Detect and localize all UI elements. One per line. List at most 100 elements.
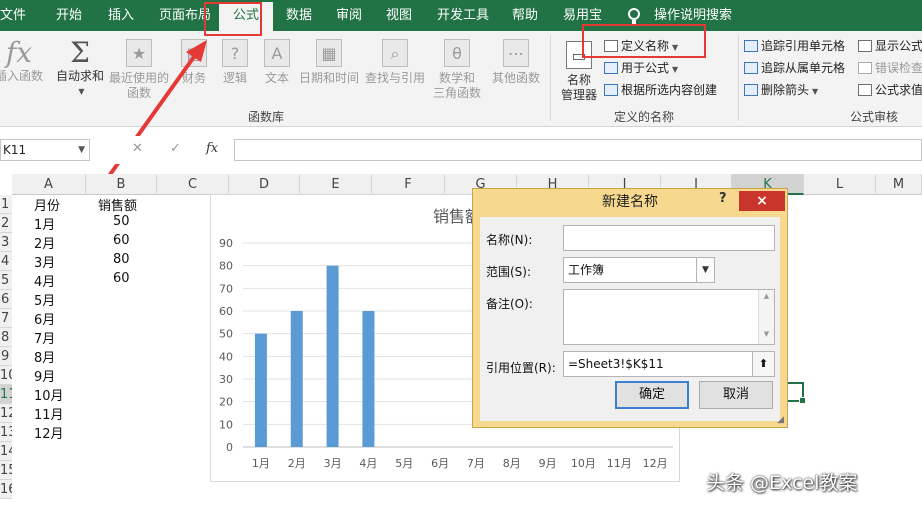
text-button[interactable]: A 文本 [260, 37, 294, 86]
datetime-button[interactable]: ▦ 日期和时间 [298, 37, 360, 86]
column-header-e[interactable]: E [300, 174, 372, 195]
insert-function-button[interactable]: fx 插入函数 [0, 37, 44, 84]
formula-icon [604, 62, 618, 74]
cell-sales[interactable]: 60 [113, 233, 130, 248]
cell-month[interactable]: 9月 [34, 366, 55, 385]
column-header-a[interactable]: A [12, 174, 86, 195]
row-header-14[interactable]: 14 [0, 442, 12, 461]
comment-label: 备注(O): [486, 297, 533, 311]
comment-textarea[interactable]: ▲ ▼ [563, 289, 775, 345]
show-formulas-button[interactable]: 显示公式 [858, 36, 922, 56]
column-header-d[interactable]: D [229, 174, 300, 195]
column-header-c[interactable]: C [157, 174, 229, 195]
reference-input[interactable]: =Sheet3!$K$11 ⬆ [563, 351, 775, 377]
resize-grip-icon[interactable]: ◢ [777, 415, 784, 425]
row-header-13[interactable]: 13 [0, 423, 12, 442]
magnifier-book-icon: ⌕ [382, 39, 408, 67]
use-in-formula-button[interactable]: 用于公式 ▼ [604, 58, 678, 78]
row-header-12[interactable]: 12 [0, 404, 12, 423]
column-header-b[interactable]: B [86, 174, 157, 195]
formula-input[interactable] [234, 139, 922, 161]
tab-help[interactable]: 帮助 [512, 0, 538, 31]
cell-month[interactable]: 12月 [34, 423, 64, 442]
bar-4[interactable] [362, 311, 375, 447]
trace-precedents-button[interactable]: 追踪引用单元格 [744, 36, 845, 56]
evaluate-formula-button[interactable]: 公式求值 [858, 80, 922, 100]
row-header-15[interactable]: 15 [0, 461, 12, 480]
scroll-up-icon[interactable]: ▲ [759, 292, 774, 300]
cell-header-sales[interactable]: 销售额 [98, 195, 137, 214]
y-tick-label: 80 [219, 260, 233, 273]
cancel-button[interactable]: 取消 [699, 381, 773, 409]
cell-month[interactable]: 5月 [34, 290, 55, 309]
financial-button[interactable]: ▤ 财务 [174, 37, 214, 86]
close-button[interactable]: × [739, 191, 785, 211]
cell-month[interactable]: 4月 [34, 271, 55, 290]
cell-month[interactable]: 1月 [34, 214, 55, 233]
tab-developer[interactable]: 开发工具 [437, 0, 489, 31]
cell-sales[interactable]: 60 [113, 271, 130, 286]
x-tick-label: 2月 [288, 457, 306, 470]
fx-icon[interactable]: fx [206, 141, 218, 156]
row-header-7[interactable]: 7 [0, 309, 12, 328]
name-input[interactable] [563, 225, 775, 251]
name-box[interactable]: K11 ▼ [0, 139, 90, 161]
cell-month[interactable]: 7月 [34, 328, 55, 347]
tab-view[interactable]: 视图 [386, 0, 412, 31]
cell-month[interactable]: 2月 [34, 233, 55, 252]
row-header-11[interactable]: 11 [0, 385, 12, 404]
row-header-6[interactable]: 6 [0, 290, 12, 309]
more-functions-button[interactable]: ⋯ 其他函数 [490, 37, 542, 86]
cell-sales[interactable]: 50 [113, 214, 130, 229]
recent-functions-button[interactable]: ★ 最近使用的 函数 [108, 37, 170, 101]
row-header-10[interactable]: 10 [0, 366, 12, 385]
remove-arrows-button[interactable]: 删除箭头 ▼ [744, 80, 818, 100]
autosum-button[interactable]: Σ 自动求和 ▼ [54, 37, 106, 99]
checkmark-icon[interactable]: ✓ [170, 141, 181, 156]
column-header-l[interactable]: L [804, 174, 876, 195]
error-checking-button[interactable]: 错误检查 [858, 58, 922, 78]
column-header-m[interactable]: M [876, 174, 922, 195]
bar-1[interactable] [254, 333, 267, 447]
cell-sales[interactable]: 80 [113, 252, 130, 267]
textarea-scrollbar[interactable]: ▲ ▼ [758, 290, 774, 344]
ok-button[interactable]: 确定 [615, 381, 689, 409]
trace-dependents-button[interactable]: 追踪从属单元格 [744, 58, 845, 78]
scroll-down-icon[interactable]: ▼ [759, 330, 774, 338]
y-tick-label: 0 [226, 441, 233, 454]
row-header-3[interactable]: 3 [0, 233, 12, 252]
cancel-x-icon[interactable]: ✕ [132, 141, 143, 156]
math-trig-button[interactable]: θ 数学和 三角函数 [430, 37, 484, 101]
row-header-4[interactable]: 4 [0, 252, 12, 271]
row-header-1[interactable]: 1 [0, 195, 12, 214]
collapse-dialog-icon[interactable]: ⬆ [752, 352, 774, 376]
lookup-button[interactable]: ⌕ 查找与引用 [364, 37, 426, 86]
help-icon[interactable]: ? [719, 191, 727, 206]
tab-insert[interactable]: 插入 [108, 0, 134, 31]
column-header-f[interactable]: F [372, 174, 445, 195]
row-header-16[interactable]: 16 [0, 480, 12, 499]
chevron-down-icon[interactable]: ▼ [696, 258, 714, 282]
cell-header-month[interactable]: 月份 [34, 195, 60, 214]
row-header-2[interactable]: 2 [0, 214, 12, 233]
tab-file[interactable]: 文件 [0, 0, 26, 31]
row-header-8[interactable]: 8 [0, 328, 12, 347]
cell-month[interactable]: 3月 [34, 252, 55, 271]
x-tick-label: 4月 [359, 457, 377, 470]
tab-home[interactable]: 开始 [56, 0, 82, 31]
cell-month[interactable]: 10月 [34, 385, 64, 404]
tab-data[interactable]: 数据 [286, 0, 312, 31]
tab-review[interactable]: 审阅 [336, 0, 362, 31]
row-header-5[interactable]: 5 [0, 271, 12, 290]
cell-month[interactable]: 6月 [34, 309, 55, 328]
row-header-9[interactable]: 9 [0, 347, 12, 366]
create-from-selection-button[interactable]: 根据所选内容创建 [604, 80, 717, 100]
group-label-defined-names: 定义的名称 [614, 110, 675, 124]
scope-select[interactable]: 工作簿 ▼ [563, 257, 715, 283]
logical-button[interactable]: ? 逻辑 [218, 37, 252, 86]
x-tick-label: 9月 [539, 457, 557, 470]
bar-2[interactable] [290, 311, 303, 447]
bar-3[interactable] [326, 265, 339, 447]
cell-month[interactable]: 11月 [34, 404, 64, 423]
cell-month[interactable]: 8月 [34, 347, 55, 366]
